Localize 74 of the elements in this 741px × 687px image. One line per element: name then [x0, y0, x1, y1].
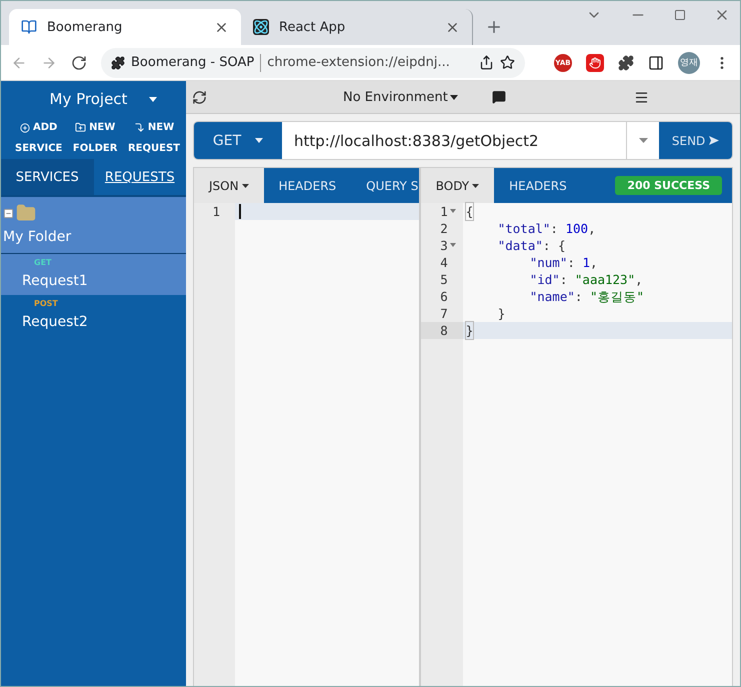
- side-panel-icon[interactable]: [648, 54, 664, 70]
- atom-icon: [253, 19, 269, 35]
- line-number: 2: [440, 220, 448, 237]
- request-bar[interactable]: GET http://localhost:8383/getObject2 SEND: [193, 121, 733, 160]
- folder-icon: [16, 203, 36, 223]
- menu-icon[interactable]: [634, 90, 649, 104]
- project-name[interactable]: My Project: [50, 90, 128, 108]
- refresh-icon[interactable]: [192, 90, 207, 104]
- puzzle-icon: [111, 56, 125, 70]
- url-text: chrome-extension://eipdnj...: [267, 55, 451, 70]
- chat-icon[interactable]: [492, 90, 506, 104]
- request-name: Request2: [22, 314, 89, 330]
- code-line: "id": "aaa123",: [530, 271, 643, 288]
- new-tab-icon[interactable]: [485, 18, 503, 36]
- code-line: {: [466, 203, 474, 220]
- maximize-icon[interactable]: [674, 9, 686, 21]
- request-item[interactable]: POST Request2: [1, 295, 186, 336]
- browser-tab[interactable]: Boomerang: [9, 9, 241, 45]
- status-badge: 200 SUCCESS: [615, 176, 722, 195]
- star-icon[interactable]: [500, 55, 515, 70]
- address-bar[interactable]: Boomerang - SOAP chrome-extension://eipdnj...: [101, 48, 525, 78]
- sidebar-action-button[interactable]: ADD SERVICE: [15, 117, 62, 159]
- caret-icon: [638, 138, 648, 143]
- profile-avatar[interactable]: 영재: [678, 52, 700, 74]
- sidebar-action-button[interactable]: NEW REQUEST: [128, 117, 180, 159]
- fold-icon[interactable]: [450, 243, 456, 247]
- hand-icon[interactable]: [586, 54, 604, 72]
- line-number: 3: [440, 237, 448, 254]
- line-number: 1: [440, 203, 448, 220]
- method-label: GET: [33, 258, 52, 267]
- caret-icon: [255, 138, 264, 143]
- add-icon: [20, 122, 30, 132]
- collapse-icon[interactable]: [3, 208, 14, 218]
- line-number: 4: [440, 254, 448, 271]
- folder-name: My Folder: [2, 229, 72, 247]
- line-number: 8: [440, 322, 448, 339]
- line-number: 1: [212, 203, 220, 220]
- sidebar-tab[interactable]: SERVICES: [1, 159, 94, 195]
- request-tab[interactable]: QUERY S: [351, 168, 419, 203]
- response-tab[interactable]: HEADERS: [494, 168, 582, 203]
- request-tab[interactable]: HEADERS: [264, 168, 352, 203]
- folder-plus-icon: [75, 122, 86, 133]
- caret-icon: [242, 184, 249, 188]
- book-icon: [21, 19, 37, 35]
- code-line: "name": "홍길동": [530, 288, 644, 305]
- sidebar-tab[interactable]: REQUESTS: [94, 159, 186, 195]
- send-icon: [709, 136, 720, 144]
- code-line: }: [498, 305, 506, 322]
- reload-icon[interactable]: [71, 54, 87, 70]
- page-title: Boomerang - SOAP: [131, 55, 254, 70]
- response-tab[interactable]: BODY: [420, 168, 494, 203]
- share-icon[interactable]: [479, 55, 494, 70]
- line-number: 7: [440, 305, 448, 322]
- request-tab[interactable]: JSON: [194, 168, 264, 203]
- corner-arrow-icon: [134, 122, 145, 133]
- request-item[interactable]: GET Request1: [1, 254, 186, 295]
- caret-icon: [450, 94, 458, 100]
- request-name: Request1: [22, 273, 89, 289]
- line-number: 5: [440, 271, 448, 288]
- method-label: POST: [33, 299, 59, 308]
- line-number: 6: [440, 288, 448, 305]
- send-button[interactable]: SEND: [659, 122, 732, 159]
- caret-icon: [472, 184, 480, 188]
- code-line: "total": 100,: [498, 220, 596, 237]
- code-line: "data": {: [498, 237, 566, 254]
- fold-icon[interactable]: [450, 209, 456, 213]
- folder-row[interactable]: My Folder: [1, 197, 186, 254]
- extensions-icon[interactable]: [618, 54, 634, 70]
- method-dropdown[interactable]: GET: [194, 122, 282, 159]
- environment-dropdown[interactable]: No Environment: [337, 88, 464, 106]
- code-line: }: [466, 322, 474, 339]
- caret-icon[interactable]: [149, 96, 158, 102]
- code-line: "num": 1,: [530, 254, 598, 271]
- sidebar-action-button[interactable]: NEW FOLDER: [72, 117, 118, 159]
